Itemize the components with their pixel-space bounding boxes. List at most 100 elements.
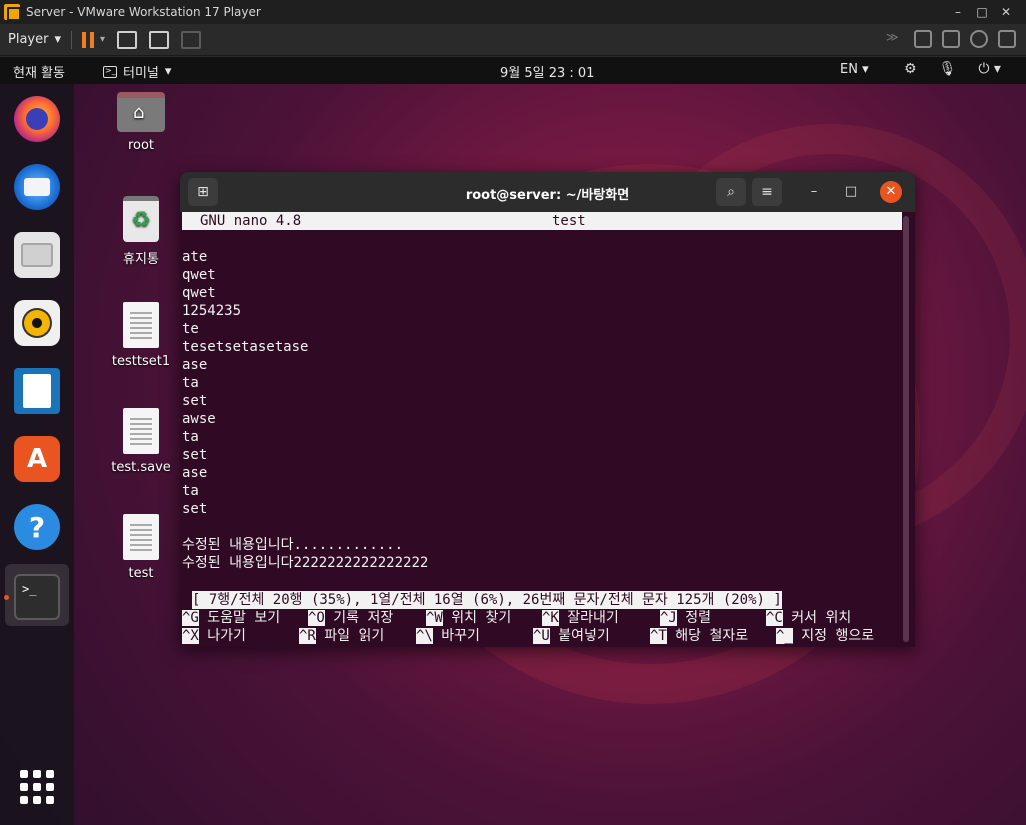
system-tray[interactable]: ⚙ 🎙 ⏻ ▾ [904, 61, 1001, 77]
shortcut-cut[interactable]: ^K 잘라내기 [542, 609, 619, 627]
text-line: ase [182, 357, 208, 373]
shortcut-replace[interactable]: ^\ 바꾸기 [416, 627, 480, 645]
desktop-icon-label: test [128, 566, 154, 581]
shortcut-cursor-pos[interactable]: ^C 커서 위치 [766, 609, 851, 627]
vmware-logo-icon [4, 4, 21, 21]
ubuntu-dock: A ? >_ [0, 84, 74, 825]
firefox-icon[interactable] [14, 96, 60, 142]
text-line: ta [182, 483, 199, 499]
hard-disk-icon[interactable] [914, 30, 932, 48]
terminal-icon[interactable]: >_ [14, 574, 60, 620]
shortcut-paste[interactable]: ^U 붙여넣기 [533, 627, 610, 645]
text-line: tesetsetasetase [182, 339, 309, 355]
shortcut-where-is[interactable]: ^W 위치 찾기 [426, 609, 511, 627]
device-status-icons: ≫ [886, 30, 1016, 48]
text-line [182, 518, 902, 536]
vmware-minimize-button[interactable]: – [946, 0, 970, 24]
chevron-down-icon: ▾ [164, 64, 172, 79]
text-line: ate [182, 249, 208, 265]
shortcut-go-to-line[interactable]: ^_ 지정 행으로 [776, 627, 874, 645]
chevron-down-icon: ▾ [54, 32, 61, 47]
document-icon [123, 302, 159, 348]
shortcut-row: ^G 도움말 보기 ^O 기록 저장 ^W 위치 찾기 ^K 잘라내기 ^J 정… [182, 609, 902, 627]
activities-button[interactable]: 현재 활동 [13, 62, 65, 81]
nano-shortcut-bar: ^G 도움말 보기 ^O 기록 저장 ^W 위치 찾기 ^K 잘라내기 ^J 정… [182, 609, 902, 645]
running-indicator [4, 595, 9, 600]
pause-icon[interactable] [82, 31, 94, 48]
shortcut-read-file[interactable]: ^R 파일 읽기 [299, 627, 384, 645]
home-folder-icon [117, 92, 165, 132]
fullscreen-icon[interactable] [149, 30, 170, 49]
desktop-icon-testtset1[interactable]: testtset1 [96, 302, 186, 369]
close-icon[interactable]: ✕ [880, 181, 902, 203]
vmware-maximize-button[interactable]: □ [970, 0, 994, 24]
trash-icon: ♻ [123, 196, 159, 242]
vmware-close-button[interactable]: ✕ [994, 0, 1018, 24]
nano-editor[interactable]: GNU nano 4.8 test ate qwet qwet 1254235 … [182, 212, 902, 644]
terminal-scrollbar[interactable] [903, 216, 909, 642]
network-icon[interactable] [998, 30, 1016, 48]
nano-header: GNU nano 4.8 test [182, 212, 902, 230]
text-line: 1254235 [182, 303, 242, 319]
text-line: set [182, 447, 208, 463]
hard-disk-2-icon[interactable] [942, 30, 960, 48]
terminal-header-bar[interactable]: ⊞ root@server: ~/바탕화면 ⌕ ≡ – □ ✕ [180, 172, 915, 212]
desktop-icon-root[interactable]: root [96, 92, 186, 153]
clock[interactable]: 9월 5일 23 : 01 [500, 62, 594, 81]
app-menu-label: 터미널 [123, 66, 159, 81]
document-icon [123, 514, 159, 560]
app-menu[interactable]: >_ 터미널 ▾ [103, 62, 171, 81]
maximize-icon[interactable]: □ [841, 182, 861, 202]
text-line: 수정된 내용입니다2222222222222222 [182, 555, 429, 571]
minimize-icon[interactable]: – [804, 182, 824, 202]
text-line: qwet [182, 267, 216, 283]
player-menu[interactable]: Player ▾ [8, 32, 61, 47]
desktop-icon-trash[interactable]: ♻ 휴지통 [96, 196, 186, 267]
toolbar-divider [71, 30, 72, 49]
terminal-small-icon: >_ [103, 65, 117, 78]
nano-status-line: [ 7행/전체 20행 (35%), 1열/전체 16열 (6%), 26번째 … [192, 591, 782, 609]
language-selector[interactable]: EN ▾ [840, 62, 869, 77]
shortcut-spell[interactable]: ^T 해당 철자로 [650, 627, 748, 645]
desktop-icon-label: test.save [111, 460, 171, 475]
text-line: ta [182, 375, 199, 391]
show-applications-icon[interactable] [20, 770, 54, 804]
shortcut-justify[interactable]: ^J 정렬 [660, 609, 711, 627]
forward-icon[interactable]: ≫ [886, 30, 904, 48]
rhythmbox-icon[interactable] [14, 300, 60, 346]
text-line: set [182, 393, 208, 409]
language-label: EN [840, 62, 858, 77]
text-line: qwet [182, 285, 216, 301]
chevron-down-icon: ▾ [862, 62, 869, 77]
shortcut-help[interactable]: ^G 도움말 보기 [182, 609, 280, 627]
libreoffice-writer-icon[interactable] [14, 368, 60, 414]
unity-icon[interactable] [181, 30, 202, 49]
microphone-icon: 🎙 [938, 61, 957, 77]
desktop-icon-label: testtset1 [111, 354, 171, 369]
vmware-title-bar: Server - VMware Workstation 17 Player – … [0, 0, 1026, 24]
help-icon[interactable]: ? [14, 504, 60, 550]
search-icon[interactable]: ⌕ [716, 178, 746, 206]
desktop-icon-test-save[interactable]: test.save [96, 408, 186, 475]
nano-text-area[interactable]: ate qwet qwet 1254235 te tesetsetasetase… [182, 230, 902, 572]
thunderbird-icon[interactable] [14, 164, 60, 210]
hamburger-menu-icon[interactable]: ≡ [752, 178, 782, 206]
cd-drive-icon[interactable] [970, 30, 988, 48]
text-line: ase [182, 465, 208, 481]
shortcut-exit[interactable]: ^X 나가기 [182, 627, 246, 645]
shortcut-write-out[interactable]: ^O 기록 저장 [308, 609, 393, 627]
text-line: te [182, 321, 199, 337]
text-line [182, 230, 902, 248]
desktop-icon-label: root [127, 138, 155, 153]
files-icon[interactable] [14, 232, 60, 278]
vmware-window-title: Server - VMware Workstation 17 Player [26, 5, 261, 19]
text-line: set [182, 501, 208, 517]
ubuntu-software-icon[interactable]: A [14, 436, 60, 482]
desktop-icon-test[interactable]: test [96, 514, 186, 581]
nano-version: GNU nano 4.8 [200, 213, 302, 229]
send-ctrl-alt-del-icon[interactable] [117, 30, 138, 49]
desktop-icon-label: 휴지통 [123, 252, 159, 267]
pause-dropdown-icon[interactable]: ▾ [100, 34, 105, 45]
network-icon: ⚙ [904, 61, 917, 77]
nano-filename: test [552, 213, 586, 229]
